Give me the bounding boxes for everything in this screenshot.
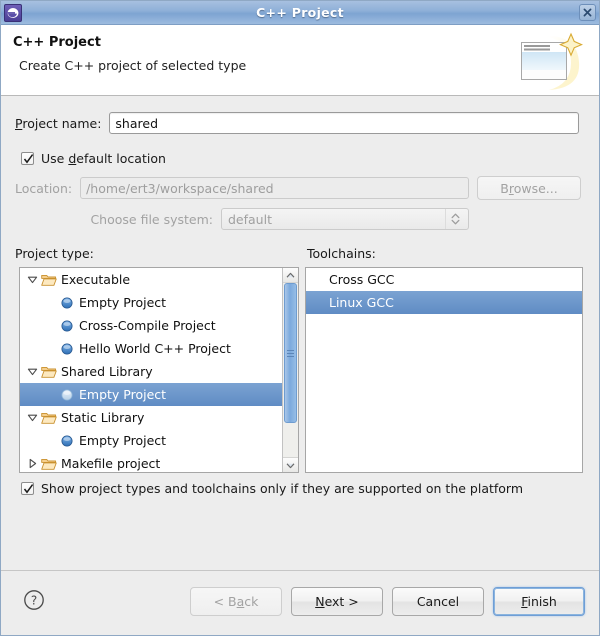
tree-row[interactable]: Static Library	[20, 406, 282, 429]
finish-button[interactable]: Finish	[493, 587, 585, 616]
new-project-wizard-icon	[513, 30, 587, 92]
tree-row-label: Empty Project	[79, 295, 167, 310]
tree-row[interactable]: Cross-Compile Project	[20, 314, 282, 337]
file-system-value: default	[228, 211, 272, 227]
chevron-up-icon[interactable]	[283, 268, 298, 283]
use-default-location-label: Use default location	[41, 151, 166, 166]
sphere-icon	[58, 389, 76, 401]
tree-twisty-expanded-icon[interactable]	[24, 366, 40, 377]
chevron-down-icon[interactable]	[283, 457, 298, 472]
project-type-label: Project type:	[15, 246, 94, 261]
location-row: Location: /home/ert3/workspace/shared Br…	[15, 176, 581, 200]
scrollbar-thumb[interactable]	[284, 283, 297, 423]
sphere-icon	[58, 297, 76, 309]
tree-row[interactable]: Makefile project	[20, 452, 282, 472]
spinner-arrows-icon	[445, 209, 464, 229]
project-name-label: Project name:	[15, 115, 102, 131]
toolchain-row[interactable]: Cross GCC	[306, 268, 582, 291]
tree-twisty-expanded-icon[interactable]	[24, 274, 40, 285]
tree-row-label: Hello World C++ Project	[79, 341, 231, 356]
cpp-project-wizard-dialog: C++ Project C++ Project Create C++ proje…	[0, 0, 600, 636]
dialog-buttons: < Back Next > Cancel Finish	[190, 587, 585, 616]
location-value: /home/ert3/workspace/shared	[86, 180, 274, 196]
toolchains-label: Toolchains:	[307, 246, 376, 261]
tree-row-label: Empty Project	[79, 433, 167, 448]
tree-twisty-collapsed-icon[interactable]	[24, 458, 40, 469]
sphere-icon	[58, 435, 76, 447]
sphere-icon	[58, 320, 76, 332]
show-supported-checkbox[interactable]	[21, 482, 34, 495]
file-system-select: default	[221, 208, 469, 230]
help-icon[interactable]: ?	[23, 589, 45, 611]
folder-open-icon	[40, 273, 58, 287]
project-name-row: Project name: shared	[15, 112, 579, 134]
browse-label: Browse...	[500, 180, 558, 196]
button-label: Cancel	[416, 594, 460, 609]
folder-open-icon	[40, 365, 58, 379]
tree-row-label: Makefile project	[61, 456, 161, 471]
dialog-footer: ? < Back Next > Cancel Finish	[1, 570, 599, 635]
tree-row-label: Cross-Compile Project	[79, 318, 216, 333]
wizard-body: Project name: shared Use default locatio…	[1, 96, 599, 570]
tree-row-label: Shared Library	[61, 364, 153, 379]
folder-open-icon	[40, 411, 58, 425]
toolchain-label: Cross GCC	[329, 272, 395, 287]
project-type-scrollbar[interactable]	[282, 268, 298, 472]
scrollbar-grip-icon	[287, 348, 294, 359]
show-supported-label: Show project types and toolchains only i…	[41, 481, 524, 496]
location-input: /home/ert3/workspace/shared	[80, 177, 469, 199]
tree-twisty-expanded-icon[interactable]	[24, 412, 40, 423]
project-name-input[interactable]: shared	[109, 112, 579, 134]
tree-row[interactable]: Empty Project	[20, 429, 282, 452]
scrollbar-track[interactable]	[283, 283, 298, 457]
show-supported-row[interactable]: Show project types and toolchains only i…	[21, 481, 523, 496]
project-type-tree[interactable]: Executable Empty Project Cross-Compile Pro…	[19, 267, 299, 473]
button-label: < Back	[213, 594, 259, 609]
button-label: Finish	[521, 594, 557, 609]
button-label: Next >	[315, 594, 359, 609]
cancel-button[interactable]: Cancel	[392, 587, 484, 616]
wizard-header: C++ Project Create C++ project of select…	[1, 25, 599, 96]
folder-open-icon	[40, 457, 58, 471]
project-name-value: shared	[115, 115, 159, 131]
next-button[interactable]: Next >	[291, 587, 383, 616]
file-system-row: Choose file system: default	[15, 208, 469, 230]
use-default-location-row[interactable]: Use default location	[21, 151, 166, 166]
tree-row-label: Static Library	[61, 410, 145, 425]
title-bar[interactable]: C++ Project	[1, 1, 599, 25]
tree-row[interactable]: Shared Library	[20, 360, 282, 383]
page-title: C++ Project	[13, 35, 101, 50]
tree-row-label: Executable	[61, 272, 131, 287]
location-label: Location:	[15, 180, 73, 196]
tree-row[interactable]: Empty Project	[20, 291, 282, 314]
close-icon[interactable]	[579, 4, 596, 21]
toolchain-row[interactable]: Linux GCC	[306, 291, 582, 314]
window-title: C++ Project	[256, 5, 344, 20]
tree-row-label: Empty Project	[79, 387, 167, 402]
file-system-label: Choose file system:	[90, 211, 213, 227]
page-description: Create C++ project of selected type	[19, 58, 247, 73]
eclipse-icon	[4, 3, 22, 22]
use-default-location-checkbox[interactable]	[21, 152, 34, 165]
tree-row[interactable]: Executable	[20, 268, 282, 291]
tree-row[interactable]: Hello World C++ Project	[20, 337, 282, 360]
toolchains-list[interactable]: Cross GCC Linux GCC	[305, 267, 583, 473]
browse-button: Browse...	[477, 176, 581, 200]
toolchain-label: Linux GCC	[329, 295, 394, 310]
project-type-tree-list[interactable]: Executable Empty Project Cross-Compile Pro…	[20, 268, 282, 472]
sphere-icon	[58, 343, 76, 355]
back-button: < Back	[190, 587, 282, 616]
tree-row[interactable]: Empty Project	[20, 383, 282, 406]
svg-text:?: ?	[31, 593, 37, 607]
